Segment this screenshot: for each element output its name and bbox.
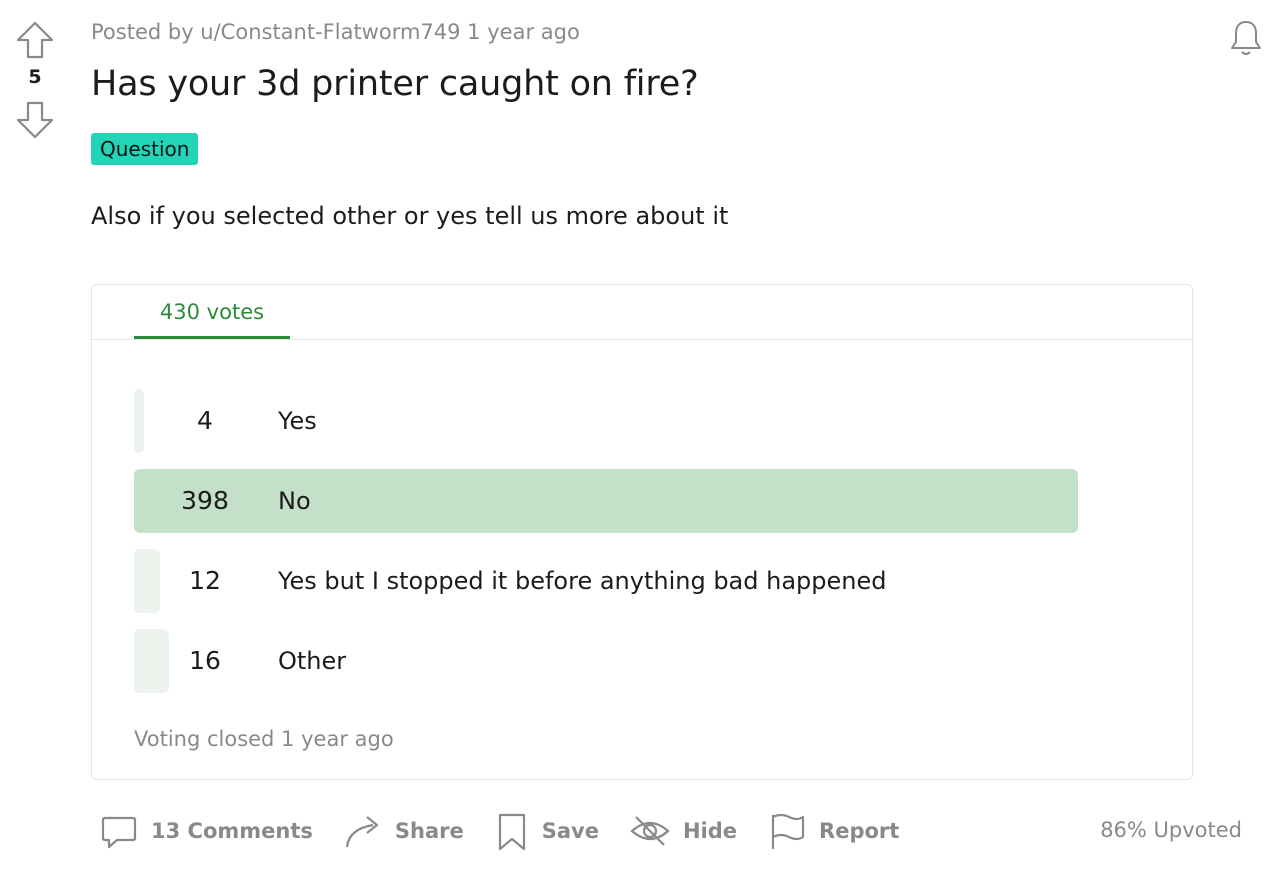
post-body: Also if you selected other or yes tell u… [91, 202, 729, 230]
vote-score: 5 [28, 66, 42, 88]
flag-icon [767, 811, 807, 851]
share-label: Share [394, 819, 464, 843]
eye-hidden-icon [629, 811, 671, 851]
poll-option-label: Yes [278, 407, 317, 435]
poll-option-bar [134, 629, 169, 693]
poll-option-count: 12 [189, 566, 221, 595]
poll-option-label: Other [278, 647, 347, 675]
poll-option-bar [134, 469, 1078, 533]
poll-option-count: 398 [181, 486, 229, 515]
downvote-button[interactable] [10, 98, 60, 142]
upvote-ratio: 86% Upvoted [1100, 818, 1242, 842]
poll-option: 16 Other [134, 629, 1134, 693]
post-flair[interactable]: Question [91, 133, 199, 165]
arrow-down-icon [16, 101, 54, 139]
share-icon [343, 811, 383, 851]
poll-header: 430 votes [92, 285, 1192, 340]
poll-option-label: No [278, 487, 311, 515]
share-button[interactable]: Share [335, 804, 472, 858]
save-label: Save [541, 819, 599, 843]
poll-option-label: Yes but I stopped it before anything bad… [278, 567, 887, 595]
upvote-button[interactable] [10, 18, 60, 62]
post-card: 5 Posted by u/Constant-Flatworm749 1 yea… [0, 0, 1272, 882]
poll-option-bar [134, 549, 160, 613]
poll-option-count: 16 [189, 646, 221, 675]
poll-status: Voting closed 1 year ago [134, 727, 394, 751]
save-button[interactable]: Save [486, 804, 607, 858]
bell-icon [1231, 21, 1261, 55]
report-label: Report [819, 819, 900, 843]
comments-button[interactable]: 13 Comments [91, 804, 321, 858]
poll-options: 4 Yes 398 No 12 Yes but I stopped it bef… [134, 389, 1134, 709]
poll-option-count: 4 [197, 406, 213, 435]
comment-icon [99, 811, 139, 851]
poll-option: 12 Yes but I stopped it before anything … [134, 549, 1134, 613]
report-button[interactable]: Report [759, 804, 907, 858]
poll-option: 398 No [134, 469, 1134, 533]
post-meta: Posted by u/Constant-Flatworm749 1 year … [91, 20, 580, 44]
tab-votes[interactable]: 430 votes [134, 285, 290, 339]
poll-option-bar [134, 389, 144, 453]
arrow-up-icon [16, 21, 54, 59]
bookmark-icon [494, 811, 530, 851]
hide-label: Hide [682, 819, 738, 843]
comments-label: 13 Comments [151, 819, 313, 843]
post-actions: 13 Comments Share Save Hide Report [91, 804, 921, 858]
poll-option: 4 Yes [134, 389, 1134, 453]
post-title[interactable]: Has your 3d printer caught on fire? [91, 64, 699, 104]
hide-button[interactable]: Hide [621, 804, 745, 858]
vote-column: 5 [10, 18, 60, 142]
poll: 430 votes 4 Yes 398 No 12 Yes but I stop… [91, 284, 1193, 780]
notification-button[interactable] [1222, 14, 1270, 62]
